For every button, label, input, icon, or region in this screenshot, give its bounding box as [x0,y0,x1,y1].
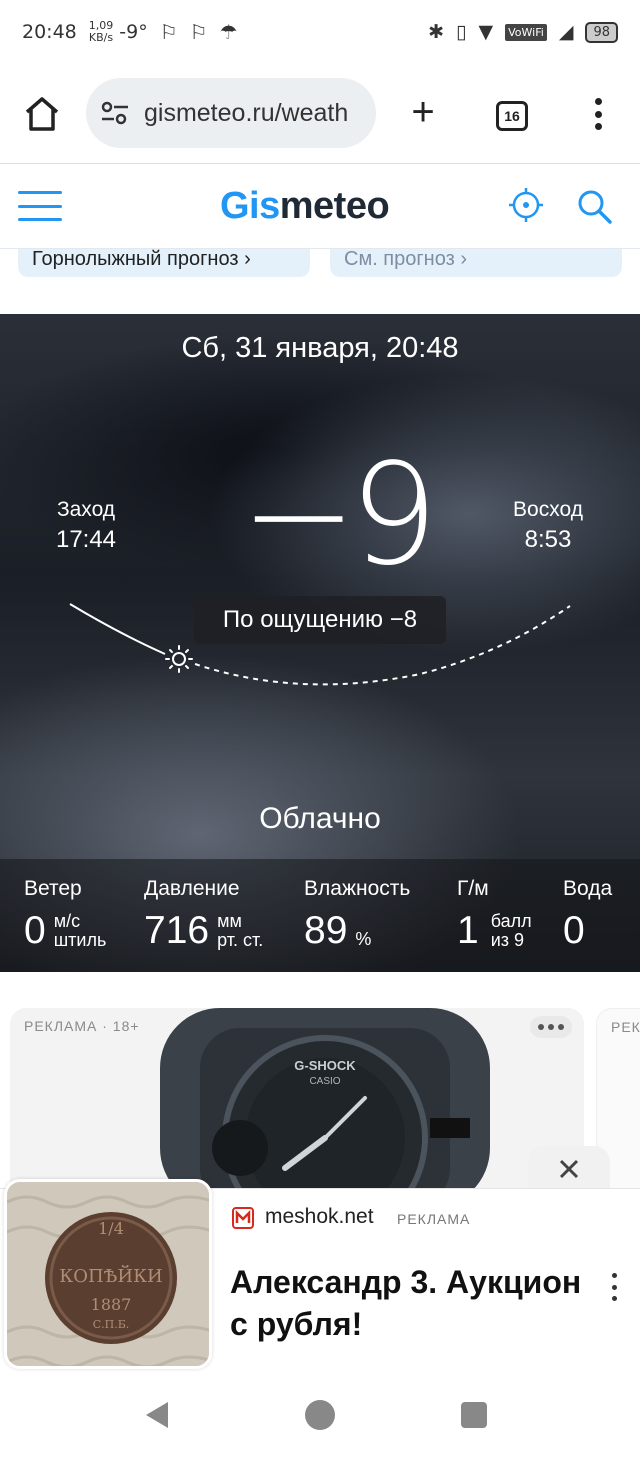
stat-humidity-value: 89 [304,909,348,952]
close-banner-button[interactable] [528,1146,610,1192]
coin-image: 1/4 КОПѢЙКИ 1887 С.П.Б. [4,1179,212,1369]
site-settings-icon[interactable] [100,101,130,125]
ad-options-button[interactable] [530,1016,572,1038]
logo-part-meteo: meteo [279,185,390,227]
stat-pressure: Давление 716 мм рт. ст. [144,877,263,951]
stat-wind: Ветер 0 м/c штиль [24,877,106,951]
recent-apps-icon[interactable] [461,1402,487,1428]
ski-forecast-link[interactable]: Горнолыжный прогноз › [18,249,310,277]
stat-wind-label: Ветер [24,877,82,900]
watch-image: G-SHOCK CASIO [160,1008,490,1208]
stat-geomagnetic: Г/м 1 балл из 9 [457,877,532,951]
system-nav-bar [0,1372,640,1458]
ad-label: РЕКЛАМА · 18+ [24,1018,140,1034]
watch-sub: CASIO [309,1076,340,1087]
menu-icon[interactable] [18,191,62,221]
address-bar[interactable]: gismeteo.ru/weath [86,78,376,148]
feels-like: По ощущению −8 [194,596,446,644]
weather-stats: Ветер 0 м/c штиль Давление 716 мм рт. ст. … [0,859,640,972]
location-icon[interactable] [508,187,544,223]
url-text: gismeteo.ru/weath [144,98,349,127]
current-temperature: −9 [240,434,438,597]
coin-fraction: 1/4 [98,1219,124,1238]
battery-icon: 98 [585,21,618,43]
vibrate-icon: ▯ [456,21,467,43]
sunrise-time: 8:53 [524,526,572,553]
banner-options-button[interactable] [610,1273,618,1301]
meshok-logo-icon [232,1207,254,1229]
status-time: 20:48 [22,21,77,43]
new-tab-button[interactable]: + [405,92,441,134]
browser-menu-button[interactable] [588,94,608,134]
signal-icon: ◢ [558,21,574,43]
wifi-icon: ▼ [478,21,494,43]
tab-switcher-button[interactable]: 16 [496,101,528,131]
stat-geomagnetic-label: Г/м [457,877,489,900]
stat-wind-value: 0 [24,909,46,952]
watch-brand: G-SHOCK [294,1058,356,1073]
stat-water-label: Вода [563,877,613,900]
back-icon[interactable] [142,1400,170,1430]
ad-card[interactable]: G-SHOCK CASIO РЕКЛАМА · 18+ [10,1008,584,1208]
stat-humidity: Влажность 89 % [304,877,410,951]
coin-year: 1887 [91,1295,132,1314]
logo-part-gis: Gis [220,185,280,227]
stat-water: Вода 0 [563,877,612,951]
site-header: Gismeteo [0,165,640,249]
weather-condition: Облачно [259,802,381,835]
banner-brand: meshok.net [265,1205,374,1228]
see-forecast-link[interactable]: См. прогноз › [330,249,622,277]
stat-humidity-label: Влажность [304,877,411,900]
network-speed-unit: KB/s [88,31,114,44]
bottom-banner-ad[interactable]: 1/4 КОПѢЙКИ 1887 С.П.Б. meshok.net РЕКЛА… [0,1179,640,1372]
status-bar: 20:48 1,09 KB/s -9° ⚐ ⚐ ☂ ✱ ▯ ▼ VoWiFi ◢… [0,0,640,64]
sunrise-label: Восход [513,498,583,521]
weather-warning-icon-2: ⚐ [189,20,208,44]
stat-humidity-unit: % [355,929,372,949]
stat-pressure-label: Давление [144,877,240,900]
coin-word: КОПѢЙКИ [59,1264,162,1287]
ad-label-next: РЕК [611,1019,640,1035]
stat-geomagnetic-value: 1 [457,909,479,952]
umbrella-icon: ☂ [219,20,238,44]
banner-title[interactable]: Александр 3. Аукцион с рубля! [230,1261,590,1345]
status-temperature: -9° [119,21,148,43]
stat-geomagnetic-unit: балл из 9 [490,911,532,950]
network-speed: 1,09 KB/s [89,20,114,44]
site-logo[interactable]: Gismeteo [220,185,390,228]
sunset-label: Заход [56,498,116,521]
home-icon[interactable] [22,94,62,134]
banner-ad-label: РЕКЛАМА [397,1211,471,1227]
close-icon [559,1159,579,1179]
sun-icon [165,645,193,673]
stat-pressure-unit: мм рт. ст. [217,911,264,950]
stat-pressure-value: 716 [144,909,210,952]
search-icon[interactable] [575,187,613,225]
sunset-time: 17:44 [55,526,117,553]
weather-warning-icon: ⚐ [159,20,178,44]
stat-wind-unit: м/c штиль [53,911,107,950]
current-weather-card: Сб, 31 января, 20:48 Заход 17:44 Восход … [0,314,640,972]
home-nav-icon[interactable] [305,1400,335,1430]
coin-mint: С.П.Б. [93,1318,130,1331]
stat-water-value: 0 [563,909,585,952]
quick-links: Горнолыжный прогноз › См. прогноз › [0,249,640,313]
bluetooth-icon: ✱ [428,21,445,43]
weather-date: Сб, 31 января, 20:48 [181,332,459,364]
browser-toolbar: gismeteo.ru/weath + 16 [0,64,640,164]
vowifi-badge: VoWiFi [505,23,547,41]
